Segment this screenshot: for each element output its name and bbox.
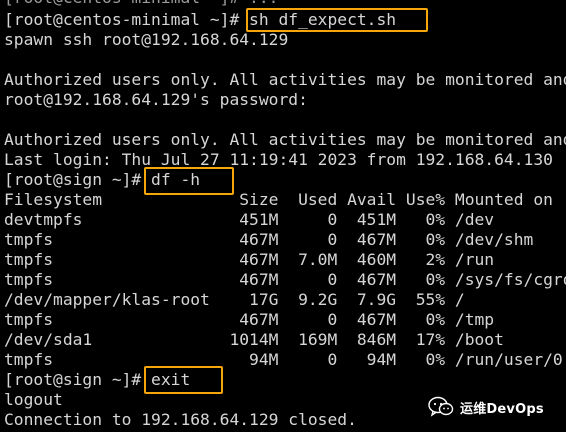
- terminal-line: root@192.168.64.129's password:: [4, 90, 308, 109]
- terminal-line-partial: [root@centos-minimal ~]# ...: [4, 0, 278, 8]
- terminal-line: tmpfs 467M 0 467M 0% /sys/fs/cgroup: [4, 270, 566, 289]
- terminal-line: [root@sign ~]# df -h: [4, 170, 201, 189]
- terminal-line: tmpfs 467M 0 467M 0% /dev/shm: [4, 230, 534, 249]
- terminal-line: devtmpfs 451M 0 451M 0% /dev: [4, 210, 495, 229]
- terminal-line: /dev/sda1 1014M 169M 846M 17% /boot: [4, 330, 504, 349]
- terminal-window[interactable]: [root@centos-minimal ~]# ... [root@cento…: [0, 0, 566, 432]
- terminal-line: tmpfs 467M 7.0M 460M 2% /run: [4, 250, 495, 269]
- wechat-icon: [428, 396, 454, 418]
- terminal-line: Authorized users only. All activities ma…: [4, 70, 566, 89]
- terminal-line: Authorized users only. All activities ma…: [4, 130, 566, 149]
- terminal-line: tmpfs 94M 0 94M 0% /run/user/0: [4, 350, 563, 369]
- terminal-line: spawn ssh root@192.168.64.129: [4, 30, 289, 49]
- terminal-line: Connection to 192.168.64.129 closed.: [4, 410, 357, 429]
- watermark: 运维DevOps: [428, 394, 544, 420]
- terminal-line: tmpfs 467M 0 467M 0% /tmp: [4, 310, 495, 329]
- terminal-line: Last login: Thu Jul 27 11:19:41 2023 fro…: [4, 150, 553, 169]
- terminal-line: logout: [4, 390, 63, 409]
- terminal-line: [root@centos-minimal ~]# sh df_expect.sh: [4, 10, 397, 29]
- terminal-line: [root@sign ~]# exit: [4, 370, 191, 389]
- watermark-text: 运维DevOps: [460, 401, 544, 417]
- terminal-line: Filesystem Size Used Avail Use% Mounted …: [4, 190, 553, 209]
- terminal-line: /dev/mapper/klas-root 17G 9.2G 7.9G 55% …: [4, 290, 465, 309]
